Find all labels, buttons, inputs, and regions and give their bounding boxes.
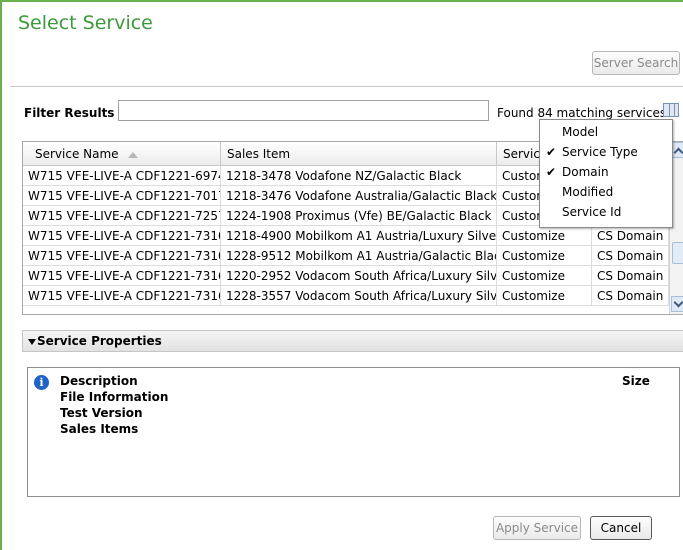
property-file-information: File Information [60,390,169,404]
cell-sales-item: 1218-4900 Mobilkom A1 Austria/Luxury Sil… [221,226,497,246]
filter-results-input[interactable] [118,100,489,121]
cell-domain: CS Domain [592,286,669,306]
cell-service-type: Customize [497,246,592,266]
apply-service-button[interactable]: Apply Service [493,516,581,540]
cell-service-type: Customize [497,286,592,306]
collapse-triangle-icon[interactable] [28,339,36,345]
column-header-sales-item[interactable]: Sales Item [221,142,497,166]
sort-ascending-icon [128,151,139,158]
select-service-dialog: Select Service Server Search Filter Resu… [0,0,683,550]
property-description: Description [60,374,138,388]
table-row[interactable]: W715 VFE-LIVE-A CDF1221-7316 1228-3557 Vo… [23,286,683,306]
cell-service-name: W715 VFE-LIVE-A CDF1221-7017 [23,186,221,206]
cell-sales-item: 1228-9512 Mobilkom A1 Austria/Galactic B… [221,246,497,266]
table-row[interactable]: W715 VFE-LIVE-A CDF1221-7316 1220-2952 Vo… [23,266,683,286]
cell-sales-item: 1224-1908 Proximus (Vfe) BE/Galactic Bla… [221,206,497,226]
menu-item-label: Domain [562,165,609,179]
cell-service-name: W715 VFE-LIVE-A CDF1221-7310 [23,246,221,266]
cell-service-name: W715 VFE-LIVE-A CDF1221-7316 [23,266,221,286]
menu-item-label: Modified [562,185,614,199]
table-row[interactable]: W715 VFE-LIVE-A CDF1221-7310 1218-4900 Mo… [23,226,683,246]
size-label: Size [622,374,650,388]
matching-services-count: Found 84 matching services. [497,106,670,120]
cell-sales-item: 1228-3557 Vodacom South Africa/Luxury Si… [221,286,497,306]
column-header-label: Service Name [35,147,119,161]
menu-item-service-id[interactable]: Service Id [540,202,672,222]
cancel-button[interactable]: Cancel [590,516,652,540]
cell-service-name: W715 VFE-LIVE-A CDF1221-7310 [23,226,221,246]
scroll-down-arrow-icon[interactable] [671,296,683,312]
dialog-title: Select Service [18,12,153,34]
service-properties-panel: i Description File Information Test Vers… [27,367,680,497]
checkmark-icon: ✔ [546,165,557,179]
cell-domain: CS Domain [592,226,669,246]
menu-item-model[interactable]: Model [540,122,672,142]
menu-item-label: Model [562,125,599,139]
cell-domain: CS Domain [592,266,669,286]
cell-service-name: W715 VFE-LIVE-A CDF1221-7316 [23,286,221,306]
server-search-button[interactable]: Server Search [592,51,680,75]
info-icon: i [34,375,49,390]
menu-item-label: Service Type [562,145,638,159]
cell-service-name: W715 VFE-LIVE-A CDF1221-6974 [23,166,221,186]
menu-item-service-type[interactable]: ✔ Service Type [540,142,672,162]
menu-item-domain[interactable]: ✔ Domain [540,162,672,182]
service-properties-header[interactable]: Service Properties [22,330,683,352]
column-visibility-menu: Model ✔ Service Type ✔ Domain Modified S… [539,119,673,228]
cell-domain: CS Domain [592,246,669,266]
cell-sales-item: 1218-3478 Vodafone NZ/Galactic Black [221,166,497,186]
cell-service-name: W715 VFE-LIVE-A CDF1221-7257 [23,206,221,226]
property-test-version: Test Version [60,406,143,420]
cell-service-type: Customize [497,226,592,246]
service-properties-title: Service Properties [37,334,162,348]
filter-results-label: Filter Results [24,106,115,120]
cell-sales-item: 1218-3476 Vodafone Australia/Galactic Bl… [221,186,497,206]
scroll-thumb[interactable] [672,242,683,264]
cell-service-type: Customize [497,266,592,286]
menu-item-modified[interactable]: Modified [540,182,672,202]
menu-item-label: Service Id [562,205,622,219]
column-chooser-icon[interactable] [663,103,679,117]
checkmark-icon: ✔ [546,145,557,159]
title-separator [10,86,683,87]
column-header-service-name[interactable]: Service Name [23,142,221,166]
cell-sales-item: 1220-2952 Vodacom South Africa/Luxury Si… [221,266,497,286]
table-row[interactable]: W715 VFE-LIVE-A CDF1221-7310 1228-9512 Mo… [23,246,683,266]
property-sales-items: Sales Items [60,422,139,436]
